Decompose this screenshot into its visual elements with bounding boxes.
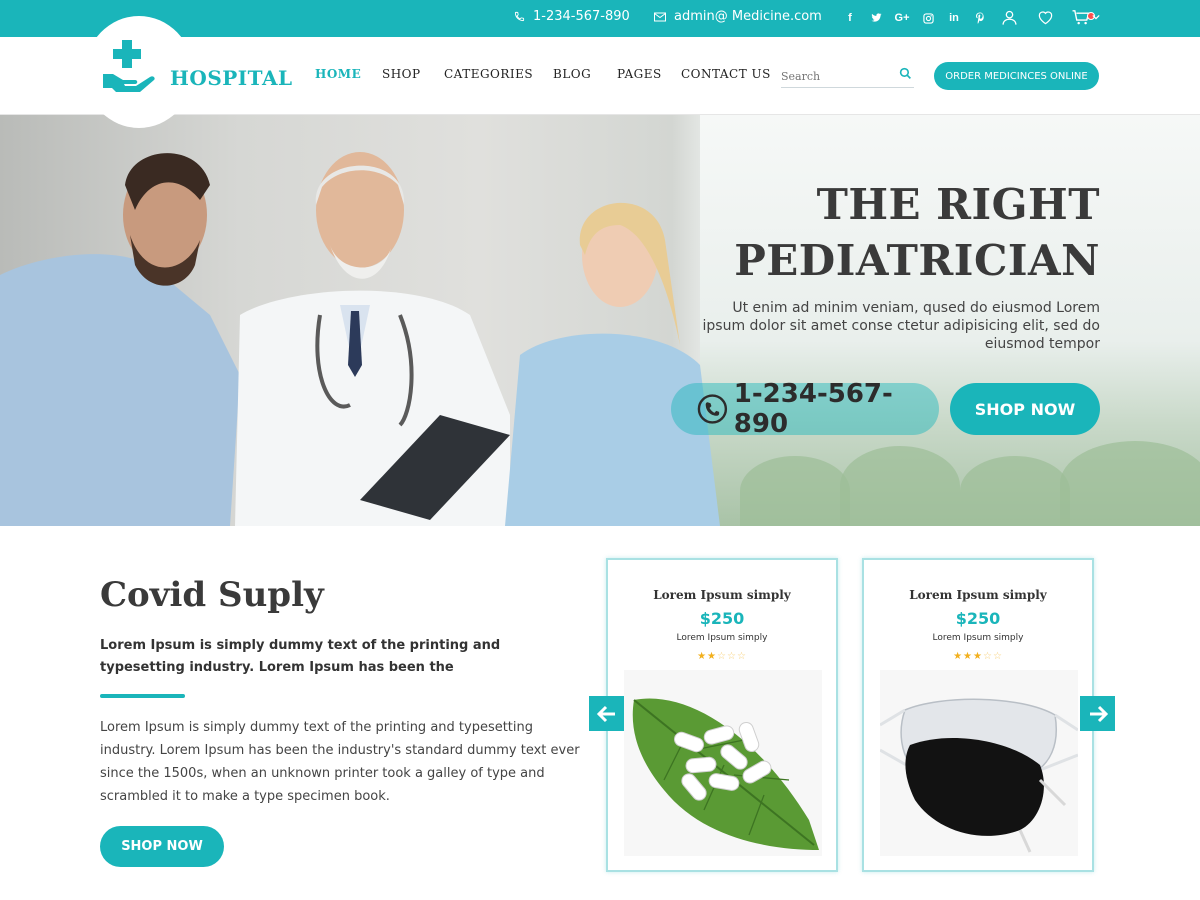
product-price: $250 (699, 609, 745, 628)
carousel-next-button[interactable] (1080, 696, 1115, 731)
doctors-photo (0, 152, 720, 526)
product-title: Lorem Ipsum simply (653, 588, 791, 602)
product-image-masks (880, 670, 1078, 856)
hero-title: THE RIGHT PEDIATRICIAN (734, 177, 1100, 289)
hero-subtitle: Ut enim ad minim veniam, qused do eiusmo… (702, 300, 1101, 352)
order-medicines-button[interactable]: ORDER MEDICINCES ONLINE (934, 62, 1099, 90)
nav-home[interactable]: HOME (315, 67, 361, 81)
topbar-phone[interactable]: 1-234-567-890 (514, 9, 630, 24)
pinterest-icon[interactable] (973, 10, 987, 26)
arrow-right-icon (1089, 705, 1108, 722)
product-title: Lorem Ipsum simply (909, 588, 1047, 602)
google-plus-icon[interactable]: G+ (895, 10, 910, 26)
twitter-icon[interactable] (869, 10, 883, 26)
topbar-email-text: admin@ Medicine.com (674, 9, 822, 24)
product-card[interactable]: Lorem Ipsum simply $250 Lorem Ipsum simp… (862, 558, 1094, 872)
star-filled-icon: ★ (697, 651, 708, 662)
hero-shop-now-button[interactable]: SHOP NOW (950, 383, 1100, 435)
product-image-pills (624, 670, 822, 856)
topbar-actions (998, 6, 1095, 28)
product-rating: ★★★☆☆ (864, 651, 1092, 662)
hero-phone-text: 1-234-567-890 (733, 379, 893, 439)
star-filled-icon: ★ (963, 651, 974, 662)
star-filled-icon: ★ (953, 651, 964, 662)
user-icon[interactable] (998, 6, 1020, 28)
facebook-icon[interactable]: f (843, 10, 857, 26)
cart-icon[interactable] (1070, 6, 1095, 28)
covid-shop-now-button[interactable]: SHOP NOW (100, 826, 224, 867)
nav-shop[interactable]: SHOP (382, 67, 421, 81)
search-box (781, 63, 914, 88)
product-subtitle: Lorem Ipsum simply (676, 633, 768, 643)
social-links: f G+ in (843, 10, 987, 26)
star-empty-icon: ☆ (717, 651, 727, 662)
topbar-email[interactable]: admin@ Medicine.com (654, 9, 822, 24)
search-input[interactable] (781, 63, 891, 85)
nav-blog[interactable]: BLOG (553, 67, 591, 81)
product-card[interactable]: Lorem Ipsum simply $250 Lorem Ipsum simp… (606, 558, 838, 872)
covid-section-title: Covid Suply (100, 575, 324, 615)
search-icon[interactable] (899, 67, 912, 80)
nav-categories[interactable]: CATEGORIES (444, 67, 533, 81)
hero-title-line2: PEDIATRICIAN (734, 236, 1100, 285)
hero-banner: THE RIGHT PEDIATRICIAN Ut enim ad minim … (0, 115, 1200, 526)
section-divider (100, 694, 185, 698)
logo-text: HOSPITAL (170, 66, 293, 90)
covid-body-text: Lorem Ipsum is simply dummy text of the … (100, 720, 580, 804)
hero-phone-button[interactable]: 1-234-567-890 (671, 379, 939, 439)
top-bar: 1-234-567-890 admin@ Medicine.com f G+ i… (0, 0, 1200, 37)
nav-contact-us[interactable]: CONTACT US (681, 67, 771, 81)
star-empty-icon: ☆ (992, 651, 1003, 662)
arrow-left-icon (596, 705, 615, 722)
hand-cross-icon (103, 40, 155, 92)
star-filled-icon: ★ (973, 651, 983, 662)
topbar-phone-text: 1-234-567-890 (533, 9, 630, 24)
carousel-prev-button[interactable] (589, 696, 624, 731)
product-subtitle: Lorem Ipsum simply (932, 633, 1024, 643)
nav-pages[interactable]: PAGES (617, 67, 662, 81)
instagram-icon[interactable] (921, 10, 935, 26)
linkedin-icon[interactable]: in (947, 10, 961, 26)
phone-icon (514, 11, 525, 22)
hero-title-line1: THE RIGHT (816, 180, 1100, 229)
product-price: $250 (955, 609, 1001, 628)
mail-icon (654, 12, 666, 21)
star-empty-icon: ☆ (982, 651, 993, 662)
site-logo[interactable]: HOSPITAL (102, 38, 293, 94)
star-empty-icon: ☆ (726, 651, 737, 662)
chevron-down-icon[interactable] (1092, 14, 1100, 20)
phone-circle-icon (697, 394, 728, 424)
covid-lead-text: Lorem Ipsum is simply dummy text of the … (100, 638, 501, 675)
product-rating: ★★☆☆☆ (608, 651, 836, 662)
star-empty-icon: ☆ (736, 651, 747, 662)
star-filled-icon: ★ (707, 651, 718, 662)
heart-icon[interactable] (1034, 6, 1056, 28)
